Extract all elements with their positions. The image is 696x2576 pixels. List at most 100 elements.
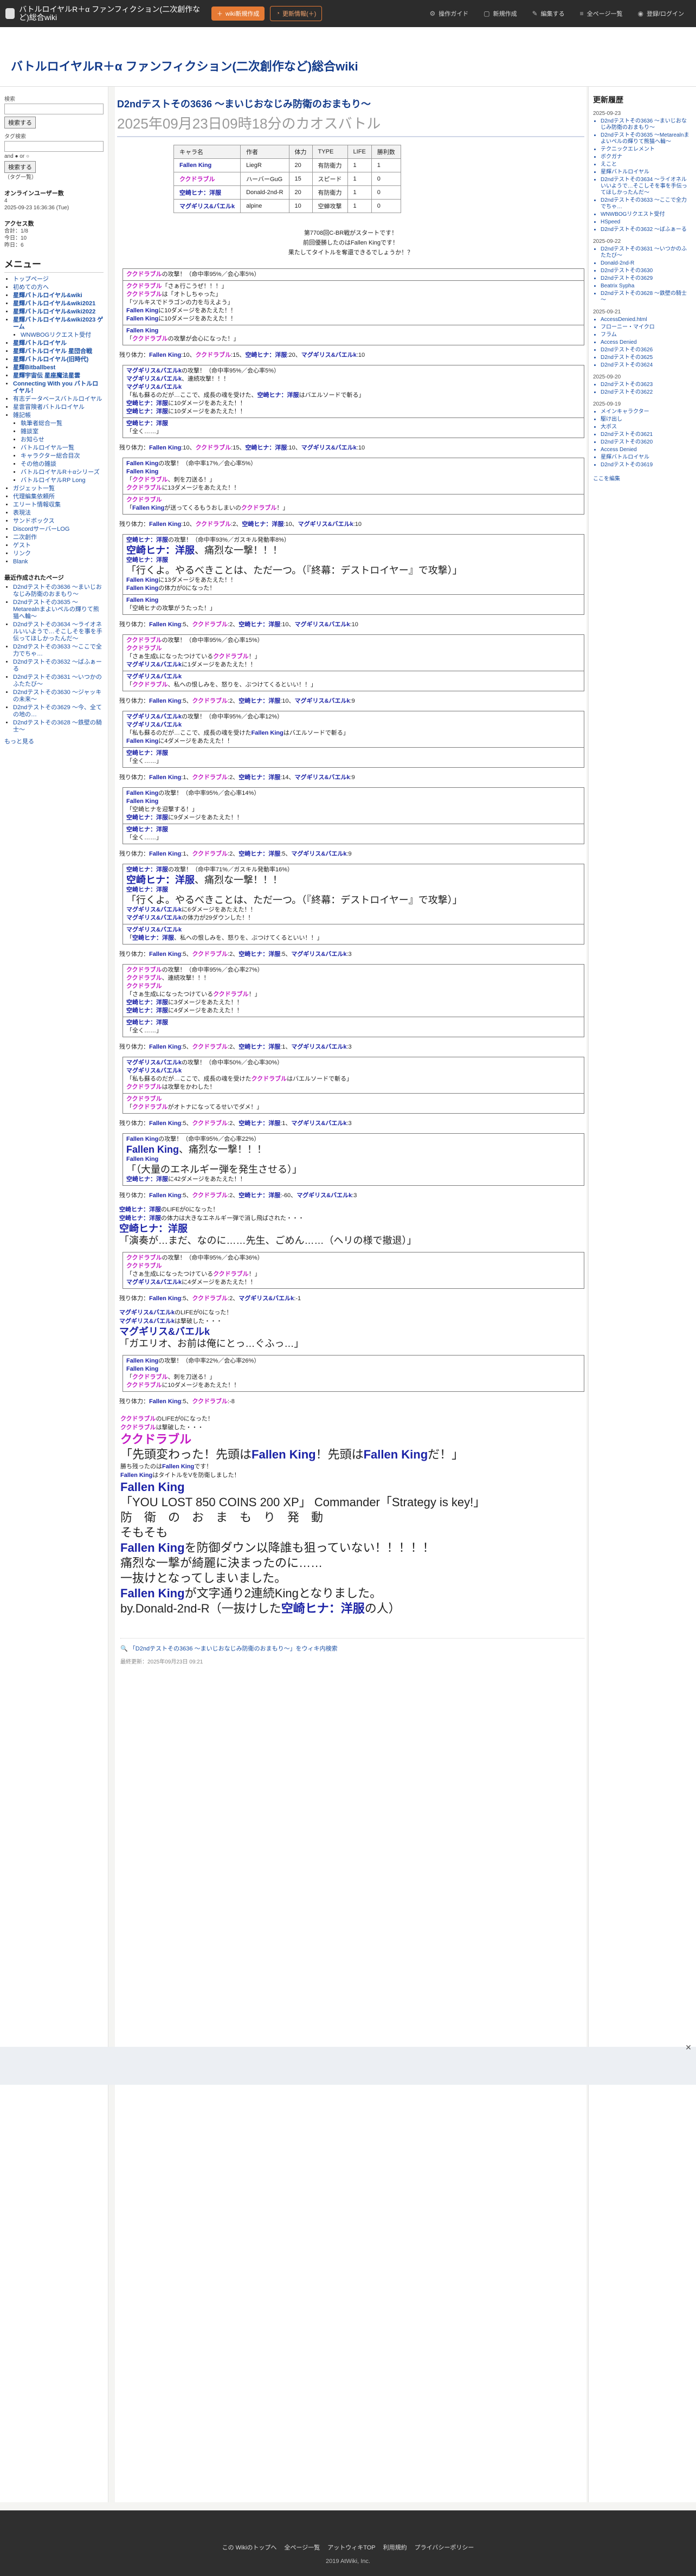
history-link[interactable]: D2ndテストその3632 ～ばふぁーる <box>601 227 687 233</box>
history-link[interactable]: Access Denied <box>601 447 637 453</box>
history-link[interactable]: テクニックエレメント <box>601 146 655 152</box>
search-button[interactable]: 検索する <box>4 117 36 129</box>
menu-link[interactable]: バトルロイヤルRP Long <box>21 477 86 484</box>
menu-link[interactable]: WNWBOGリクエスト受付 <box>21 332 91 338</box>
history-link[interactable]: D2ndテストその3631 ～いつかのふたたび～ <box>601 246 687 259</box>
footer-link[interactable]: アットウィキTOP <box>327 2543 375 2552</box>
history-link[interactable]: D2ndテストその3624 <box>601 362 653 368</box>
footer-link[interactable]: この Wikiのトップへ <box>222 2543 277 2552</box>
menu-link[interactable]: 星輝バトルロイヤル&wiki2021 <box>13 300 95 307</box>
menu-link[interactable]: 星輝バトルロイヤル 星団合戦 <box>13 348 92 355</box>
wiki-title[interactable]: バトルロイヤルR＋α ファンフィクション(二次創作など)総合wiki <box>19 5 206 22</box>
edit-here-link[interactable]: ここを編集 <box>593 474 692 482</box>
history-link[interactable]: 大ボス <box>601 424 617 430</box>
menu-link[interactable]: 星輝バトルロイヤル&wiki2023 ゲーム <box>13 317 103 330</box>
menu-link[interactable]: リンク <box>13 550 31 557</box>
history-link[interactable]: Beatrix Sypha <box>601 283 634 289</box>
history-link[interactable]: WNWBOGリクエスト受付 <box>601 211 665 217</box>
history-link[interactable]: AccessDenied.html <box>601 317 647 323</box>
menu-link[interactable]: ガジェット一覧 <box>13 485 55 492</box>
tag-search-mode[interactable]: and ● or ○ <box>4 153 104 160</box>
menu-link[interactable]: 星雲冒険者バトルロイヤル <box>13 404 85 410</box>
tag-search-input[interactable] <box>4 141 104 152</box>
menu-link[interactable]: DiscordサーバーLOG <box>13 526 69 532</box>
history-link[interactable]: ボクガナ <box>601 154 622 160</box>
new-wiki-button[interactable]: ＋ wiki新規作成 <box>211 7 265 21</box>
menu-link[interactable]: エリート情報収集 <box>13 502 61 508</box>
menu-link[interactable]: 星輝宇宙伝 星座魔法星雲 <box>13 372 80 379</box>
tag-search-button[interactable]: 検索する <box>4 161 36 173</box>
menu-link[interactable]: サンドボックス <box>13 518 55 524</box>
menu-link[interactable]: 初めての方へ <box>13 284 49 291</box>
history-link[interactable]: D2ndテストその3619 <box>601 462 653 468</box>
menu-link[interactable]: 星輝バトルロイヤル <box>13 340 67 346</box>
menu-link[interactable]: バトルロイヤル一覧 <box>21 445 74 451</box>
top-menu-item[interactable]: ▢ 新規作成 <box>477 6 523 21</box>
search-input[interactable] <box>4 104 104 114</box>
history-link[interactable]: D2ndテストその3626 <box>601 347 653 353</box>
site-title[interactable]: バトルロイヤルR＋α ファンフィクション(二次創作など)総合wiki <box>11 57 685 74</box>
menu-link[interactable]: 雑記帳 <box>13 412 31 419</box>
history-link[interactable]: D2ndテストその3628 ～鉄壁の騎士～ <box>601 291 687 303</box>
menu-link[interactable]: Blank <box>13 558 28 565</box>
history-link[interactable]: D2ndテストその3622 <box>601 389 653 395</box>
menu-link[interactable]: 星輝バトルロイヤル&wiki2022 <box>13 309 95 315</box>
menu-link[interactable]: 代理編集依頼所 <box>13 493 55 500</box>
history-link[interactable]: D2ndテストその3620 <box>601 439 653 445</box>
history-link[interactable]: 駆け出し <box>601 416 622 422</box>
history-link[interactable]: メインキャラクター <box>601 409 649 415</box>
recent-page-link[interactable]: D2ndテストその3636 ～まいじおなじみ防衛のおまもり～ <box>13 584 102 598</box>
recent-page-link[interactable]: D2ndテストその3631 ～いつかのふたたび～ <box>13 674 102 688</box>
menu-link[interactable]: その他の雑談 <box>21 461 56 467</box>
history-link[interactable]: D2ndテストその3635 ～Metarealnまよいペルの輝りて熊猫へ輪～ <box>601 132 689 145</box>
tag-list-link[interactable]: （タグ一覧） <box>4 174 104 181</box>
menu-link[interactable]: 二次創作 <box>13 534 37 541</box>
history-link[interactable]: D2ndテストその3629 <box>601 275 653 281</box>
recent-page-link[interactable]: D2ndテストその3635 ～Metarealnまよいペルの輝りて熊猫へ輪～ <box>13 599 99 620</box>
menu-link[interactable]: 星輝Bitballbest <box>13 364 55 371</box>
menu-link[interactable]: 有志データベースバトルロイヤル <box>13 396 102 402</box>
menu-link[interactable]: 星輝バトルロイヤル(旧時代) <box>13 356 88 363</box>
more-recent-link[interactable]: もっと見る <box>4 737 104 746</box>
recent-page-link[interactable]: D2ndテストその3633 ～ここで全力でちゃ… <box>13 644 102 657</box>
history-link[interactable]: D2ndテストその3636 ～まいじおなじみ防衛のおまもり～ <box>601 118 687 131</box>
menu-link[interactable]: キャラクター総合目次 <box>21 453 80 459</box>
menu-link[interactable]: 執筆者総合一覧 <box>21 420 62 427</box>
history-link[interactable]: 星輝バトルロイヤル <box>601 169 649 175</box>
history-link[interactable]: D2ndテストその3630 <box>601 268 653 274</box>
recent-page-link[interactable]: D2ndテストその3629 ～今、全ての地の… <box>13 704 102 718</box>
menu-link[interactable]: バトルロイヤルR＋αシリーズ <box>21 469 100 476</box>
menu-link[interactable]: ゲスト <box>13 542 31 549</box>
recent-page-link[interactable]: D2ndテストその3628 ～鉄壁の騎士～ <box>13 720 102 733</box>
wiki-logo[interactable] <box>5 8 15 19</box>
menu-link[interactable]: Connecting With you バトルロイヤル！ <box>13 381 98 394</box>
history-link[interactable]: D2ndテストその3623 <box>601 382 653 388</box>
menu-link[interactable]: トップページ <box>13 276 49 282</box>
history-link[interactable]: 星輝バトルロイヤル <box>601 454 649 460</box>
history-link[interactable]: Access Denied <box>601 339 637 345</box>
menu-link[interactable]: 表現法 <box>13 510 31 516</box>
footer-link[interactable]: プライバシーポリシー <box>415 2543 474 2552</box>
history-link[interactable]: D2ndテストその3621 <box>601 432 653 438</box>
menu-link[interactable]: 星輝バトルロイヤル&wiki <box>13 292 82 299</box>
history-link[interactable]: えこと <box>601 162 617 168</box>
menu-link[interactable]: お知らせ <box>21 436 44 443</box>
close-icon[interactable]: ✕ <box>684 2043 693 2052</box>
top-menu-item[interactable]: ✎ 編集する <box>526 6 571 21</box>
history-link[interactable]: D2ndテストその3634 ～ライオネルいいようで…そこしそを事を手伝ってほしか… <box>601 177 687 196</box>
history-link[interactable]: Donald-2nd-R <box>601 260 634 266</box>
history-link[interactable]: フローニー・マイクロ <box>601 324 655 330</box>
top-menu-item[interactable]: ⚙ 操作ガイド <box>423 6 475 21</box>
footer-link[interactable]: 全ページ一覧 <box>284 2543 320 2552</box>
recent-page-link[interactable]: D2ndテストその3630 ～ジャッキの未来～ <box>13 689 101 703</box>
wiki-search-link[interactable]: 🔍 「D2ndテストその3636 ～まいじおなじみ防衛のおまもり～」をウィキ内検… <box>120 1638 584 1653</box>
update-info-button[interactable]: ◔ 更新情報(＋) <box>270 6 323 21</box>
history-link[interactable]: HSpeed <box>601 219 620 225</box>
recent-page-link[interactable]: D2ndテストその3634 ～ライオネルいいようで…そこしそを事を手伝ってほしか… <box>13 621 102 642</box>
recent-page-link[interactable]: D2ndテストその3632 ～ばふぁーる <box>13 659 102 672</box>
wiki-search-text[interactable]: 「D2ndテストその3636 ～まいじおなじみ防衛のおまもり～」をウィキ内検索 <box>130 1646 338 1652</box>
menu-link[interactable]: 雑談室 <box>21 428 38 435</box>
top-menu-item[interactable]: ≡ 全ページ一覧 <box>573 6 629 21</box>
history-link[interactable]: フラム <box>601 332 617 338</box>
history-link[interactable]: D2ndテストその3625 <box>601 355 653 361</box>
